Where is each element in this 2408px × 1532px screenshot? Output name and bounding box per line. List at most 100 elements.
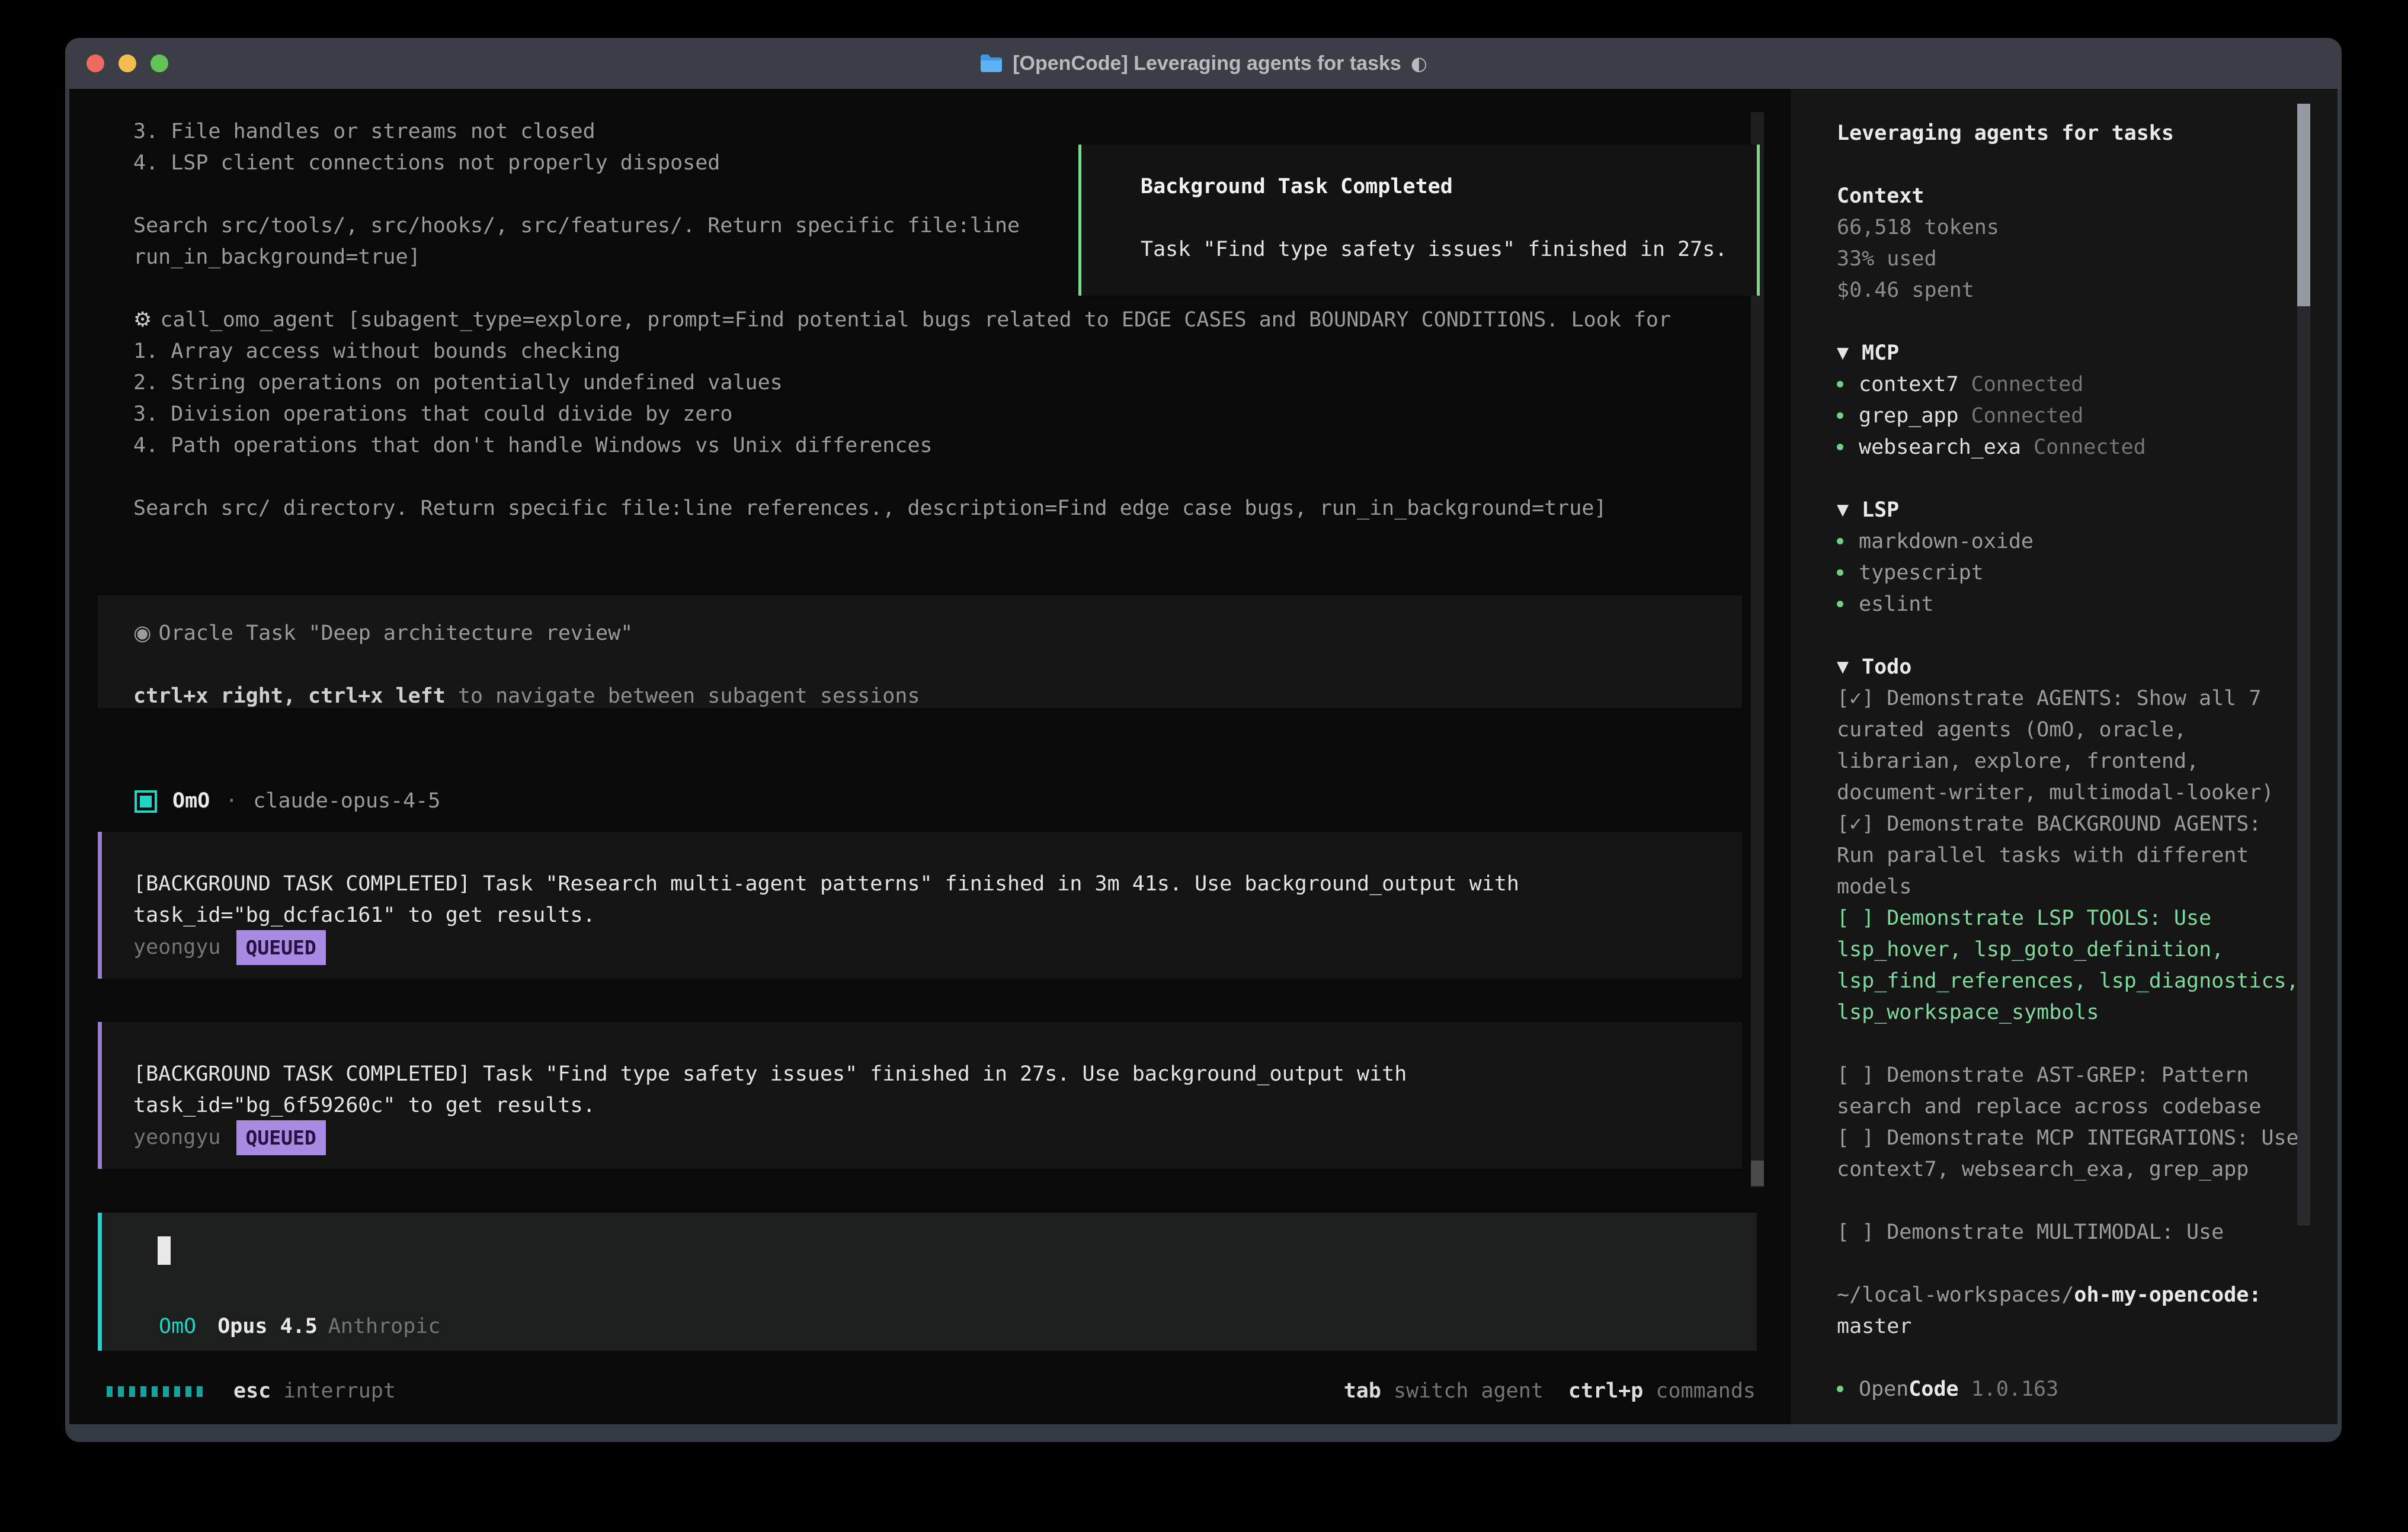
todo-checkbox: [ ] <box>1837 1220 1874 1244</box>
input-agent-row: OmO Opus 4.5 Anthropic <box>159 1311 440 1342</box>
message-text: [BACKGROUND TASK COMPLETED] Task "Find t… <box>133 1059 1711 1090</box>
green-status-dot <box>1837 569 1843 576</box>
transcript-line: 1. Array access without bounds checking <box>133 336 1742 367</box>
mcp-heading: MCP <box>1862 341 1899 365</box>
spinner-dot <box>118 1386 124 1397</box>
prompt-input[interactable]: OmO Opus 4.5 Anthropic <box>98 1213 1757 1351</box>
mcp-item: context7 Connected <box>1837 369 2337 400</box>
esc-key-label: interrupt <box>283 1376 396 1407</box>
context-used: 33% used <box>1837 243 2337 275</box>
tab-key-hint: tab <box>1344 1376 1381 1407</box>
oracle-task-box: ◉Oracle Task "Deep architecture review" … <box>98 595 1742 708</box>
status-left: esc interrupt <box>107 1376 396 1407</box>
esc-key-hint: esc <box>233 1376 271 1407</box>
radio-circle-icon: ◉ <box>133 621 152 645</box>
mcp-name: websearch_exa <box>1859 435 2021 459</box>
sidebar-scrollbar-thumb[interactable] <box>2297 104 2310 306</box>
todo-checkbox: [✓] <box>1837 687 1874 710</box>
todo-checkbox: [✓] <box>1837 812 1874 836</box>
todo-section-header[interactable]: ▼Todo <box>1837 652 2337 683</box>
mcp-name: grep_app <box>1859 404 1959 428</box>
chevron-down-icon: ▼ <box>1837 501 1849 519</box>
app-version: 1.0.163 <box>1971 1377 2059 1401</box>
status-badge: QUEUED <box>236 930 326 965</box>
ctrlp-key-hint: ctrl+p <box>1568 1376 1643 1407</box>
subagent-shortcut-hint: ctrl+x right, ctrl+x left to navigate be… <box>133 681 920 712</box>
todo-text: Demonstrate AGENTS: Show all 7 curated a… <box>1837 687 2274 805</box>
titlebar[interactable]: [OpenCode] Leveraging agents for tasks ◐ <box>65 38 2342 89</box>
message-text: [BACKGROUND TASK COMPLETED] Task "Resear… <box>133 868 1711 900</box>
lsp-heading: LSP <box>1862 498 1899 522</box>
blank-line <box>133 461 1742 493</box>
mcp-status: Connected <box>1971 373 2084 396</box>
message-text: task_id="bg_dcfac161" to get results. <box>133 900 1711 931</box>
status-right: tab switch agent ctrl+p commands <box>1344 1376 1756 1407</box>
main-scrollbar-thumb[interactable] <box>1751 1161 1764 1186</box>
maximize-button[interactable] <box>150 55 168 72</box>
oracle-task-title: Oracle Task "Deep architecture review" <box>159 621 633 645</box>
tool-call-line: ⚙ call_omo_agent [subagent_type=explore, … <box>133 305 1742 336</box>
todo-item: [ ]Demonstrate LSP TOOLS: Use lsp_hover,… <box>1837 903 2311 1028</box>
context-heading: Context <box>1837 181 2337 212</box>
mcp-section-header[interactable]: ▼ MCP <box>1837 338 2337 369</box>
chevron-down-icon: ▼ <box>1837 344 1849 362</box>
app-name-prefix: Open <box>1859 1377 1909 1401</box>
status-bar: esc interrupt tab switch agent ctrl+p co… <box>107 1376 1756 1407</box>
todo-checkbox: [ ] <box>1837 1126 1874 1150</box>
window-title: [OpenCode] Leveraging agents for tasks <box>1013 52 1401 75</box>
lsp-item: markdown-oxide <box>1837 526 2337 557</box>
mcp-status: Connected <box>1971 404 2084 428</box>
lsp-section-header[interactable]: ▼ LSP <box>1837 495 2337 526</box>
green-status-dot <box>1837 444 1843 450</box>
agent-model: claude-opus-4-5 <box>253 786 440 817</box>
todo-item: [ ]Demonstrate AST-GREP: Pattern search … <box>1837 1060 2311 1123</box>
workspace-path-prefix: ~/local-workspaces/ <box>1837 1283 2074 1307</box>
minimize-button[interactable] <box>119 55 136 72</box>
todo-checkbox: [ ] <box>1837 1063 1874 1087</box>
green-status-dot <box>1837 412 1843 419</box>
spinner-dot <box>197 1386 203 1397</box>
message-text: task_id="bg_6f59260c" to get results. <box>133 1090 1711 1121</box>
mcp-status: Connected <box>2034 435 2146 459</box>
mcp-item: grep_app Connected <box>1837 400 2337 432</box>
lsp-name: typescript <box>1859 561 1984 585</box>
spinner-dot <box>185 1386 191 1397</box>
spinner-dots <box>107 1386 203 1397</box>
gear-icon: ⚙ <box>133 308 152 332</box>
message-author: yeongyu <box>133 1122 221 1153</box>
message-block: [BACKGROUND TASK COMPLETED] Task "Find t… <box>98 1022 1742 1169</box>
dot-separator: · <box>225 786 238 817</box>
spinner-dot <box>163 1386 169 1397</box>
sidebar-scrollbar[interactable] <box>2297 104 2310 1226</box>
close-button[interactable] <box>87 55 104 72</box>
todo-heading: Todo <box>1862 655 1911 679</box>
context-spent: $0.46 spent <box>1837 275 2337 306</box>
transcript-line: Search src/ directory. Return specific f… <box>133 493 1742 524</box>
transcript-line: 3. Division operations that could divide… <box>133 399 1742 430</box>
todo-checkbox: [ ] <box>1837 906 1874 930</box>
mcp-item: websearch_exa Connected <box>1837 432 2337 463</box>
spinner-dot <box>174 1386 180 1397</box>
tool-call-text: call_omo_agent [subagent_type=explore, p… <box>160 308 1671 332</box>
transcript-line: 3. File handles or streams not closed <box>133 116 1742 148</box>
lsp-item: eslint <box>1837 589 2337 620</box>
transcript-line: 2. String operations on potentially unde… <box>133 367 1742 399</box>
todo-text: Demonstrate LSP TOOLS: Use lsp_hover, ls… <box>1837 906 2324 1024</box>
todo-item: [ ]Demonstrate MULTIMODAL: Use <box>1837 1217 2311 1248</box>
workspace-branch: master <box>1837 1311 2337 1342</box>
green-status-dot <box>1837 1386 1843 1392</box>
agent-square-icon <box>135 790 157 813</box>
message-block: [BACKGROUND TASK COMPLETED] Task "Resear… <box>98 832 1742 979</box>
sidebar: Leveraging agents for tasks Context 66,5… <box>1791 89 2337 1424</box>
lsp-name: markdown-oxide <box>1859 530 2034 553</box>
shortcut-label: to navigate between subagent sessions <box>446 684 920 708</box>
spinner-dot <box>129 1386 135 1397</box>
input-model: Opus 4.5 <box>217 1311 318 1342</box>
green-status-dot <box>1837 601 1843 607</box>
status-badge: QUEUED <box>236 1120 326 1155</box>
context-tokens: 66,518 tokens <box>1837 212 2337 243</box>
message-meta: yeongyu QUEUED <box>133 1122 1711 1153</box>
agent-name: OmO <box>172 786 210 817</box>
text-cursor <box>158 1236 171 1265</box>
session-title: Leveraging agents for tasks <box>1837 118 2337 149</box>
